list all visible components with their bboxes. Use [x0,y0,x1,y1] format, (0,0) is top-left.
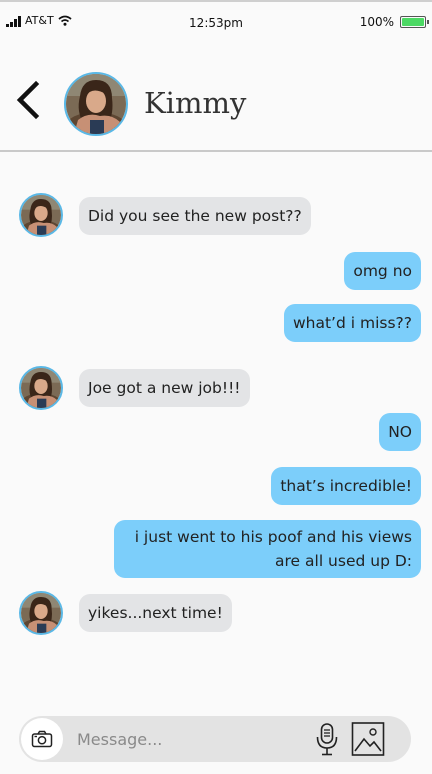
chevron-left-icon [16,80,40,120]
battery-level [402,18,424,26]
outgoing-message: that’s incredible! [271,467,421,505]
battery-icon [400,16,429,28]
outgoing-message: omg no [344,252,421,290]
photo-gallery-icon [351,722,385,756]
contact-photo [66,74,126,134]
camera-icon [31,730,53,748]
conversation-header: Kimmy [0,40,432,152]
incoming-message: Joe got a new job!!! [79,369,250,407]
outgoing-message: what’d i miss?? [283,304,421,342]
microphone-button[interactable] [315,722,339,756]
microphone-icon [316,723,338,756]
camera-button[interactable] [21,718,63,760]
sender-avatar [19,591,63,635]
sender-photo [21,593,61,633]
message-composer [19,716,411,762]
contact-name: Kimmy [144,86,247,120]
status-right: 100% [359,15,429,29]
message-input[interactable] [77,724,297,754]
outgoing-message: i just went to his poof and his views ar… [114,520,421,578]
battery-percent: 100% [359,15,394,29]
status-bar: AT&T 12:53pm 100% [0,0,432,40]
incoming-message: Did you see the new post?? [79,197,311,235]
back-button[interactable] [12,78,48,122]
outgoing-message: NO [379,413,421,451]
contact-avatar[interactable] [64,72,128,136]
sender-avatar [19,366,63,410]
incoming-message: yikes...next time! [79,594,232,632]
sender-photo [21,368,61,408]
sender-avatar [19,193,63,237]
sender-photo [21,195,61,235]
photo-gallery-button[interactable] [351,721,385,757]
